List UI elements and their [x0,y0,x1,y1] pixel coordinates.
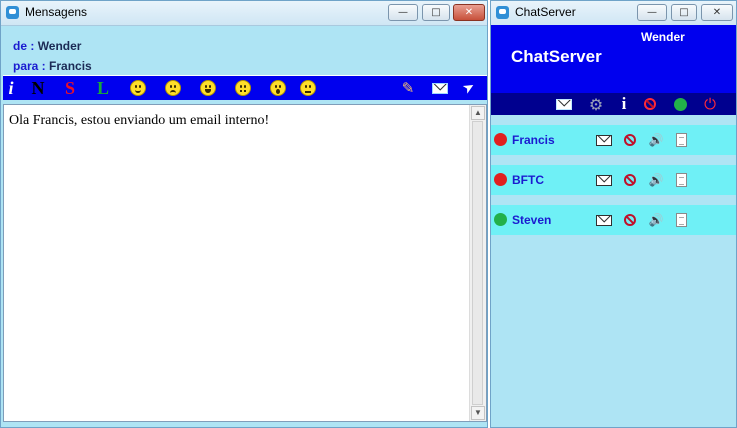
from-value: Wender [37,39,82,53]
to-line: para : Francis [13,59,92,73]
speaker-icon[interactable]: 🔊 [648,133,664,147]
italic-button[interactable]: i [5,78,17,98]
message-editor[interactable]: Ola Francis, estou enviando um email int… [3,104,487,422]
power-icon[interactable]: ⏻ [701,95,719,113]
surprised-icon[interactable] [269,78,287,98]
grin-icon[interactable] [199,78,217,98]
document-icon[interactable] [674,213,688,227]
status-online-icon[interactable] [671,96,689,112]
envelope-icon[interactable] [431,78,449,98]
status-dot [494,213,507,226]
window-title: Mensagens [25,5,88,19]
window-title: ChatServer [515,5,576,19]
message-text: Ola Francis, estou enviando um email int… [9,113,270,128]
maximize-button[interactable]: □ [422,4,450,21]
close-button[interactable]: ✕ [453,4,485,21]
contact-row[interactable]: BFTC 🔊 [491,165,736,195]
scroll-up-button[interactable]: ▲ [471,106,485,120]
close-button[interactable]: ✕ [701,4,733,21]
minimize-button[interactable]: — [388,4,418,21]
link-button[interactable]: L [94,78,112,98]
contact-row[interactable]: Francis 🔊 [491,125,736,155]
scroll-thumb[interactable] [472,121,483,405]
contact-name[interactable]: Steven [512,213,551,227]
contact-name[interactable]: Francis [512,133,555,147]
document-icon[interactable] [674,133,688,147]
chat-header: Wender ChatServer [491,25,736,93]
maximize-button[interactable]: □ [671,4,697,21]
format-toolbar: i N S L ✎ ➤ [3,75,487,100]
chatserver-brand: ChatServer [511,47,602,66]
status-dot [494,173,507,186]
current-username: Wender [641,30,685,44]
from-line: de : Wender [13,39,81,53]
mensagens-titlebar[interactable]: Mensagens — □ ✕ [1,1,487,26]
settings-icon[interactable]: ⚙ [587,95,605,114]
chatserver-titlebar[interactable]: ChatServer — □ ✕ [491,1,736,26]
block-icon[interactable] [641,96,659,112]
normal-text-button[interactable]: N [29,78,47,98]
block-icon[interactable] [622,173,638,187]
neutral-icon[interactable] [299,78,317,98]
to-value: Francis [49,59,92,73]
to-label: para : [13,59,46,73]
envelope-icon[interactable] [595,133,613,147]
smile-icon[interactable] [129,78,147,98]
status-dot [494,133,507,146]
contact-name[interactable]: BFTC [512,173,544,187]
contact-row[interactable]: Steven 🔊 [491,205,736,235]
confused-icon[interactable] [234,78,252,98]
mensagens-window: Mensagens — □ ✕ de : Wender para : Franc… [0,0,488,428]
sad-icon[interactable] [164,78,182,98]
envelope-icon[interactable] [595,173,613,187]
document-icon[interactable] [674,173,688,187]
chat-app-icon [496,6,509,19]
pen-icon[interactable]: ✎ [399,78,417,98]
from-label: de : [13,39,35,53]
block-icon[interactable] [622,133,638,147]
speaker-icon[interactable]: 🔊 [648,173,664,187]
envelope-icon[interactable] [595,213,613,227]
block-icon[interactable] [622,213,638,227]
send-icon[interactable]: ➤ [455,74,482,101]
info-icon[interactable]: i [617,94,631,113]
chatserver-window: ChatServer — □ ✕ Wender ChatServer ⚙ i ⏻… [490,0,737,428]
strike-button[interactable]: S [61,78,79,98]
minimize-button[interactable]: — [637,4,667,21]
speaker-icon[interactable]: 🔊 [648,213,664,227]
vertical-scrollbar[interactable]: ▲ ▼ [469,105,486,421]
chat-app-icon [6,6,19,19]
scroll-down-button[interactable]: ▼ [471,406,485,420]
envelope-icon[interactable] [555,96,573,112]
chat-toolbar: ⚙ i ⏻ [491,93,736,115]
